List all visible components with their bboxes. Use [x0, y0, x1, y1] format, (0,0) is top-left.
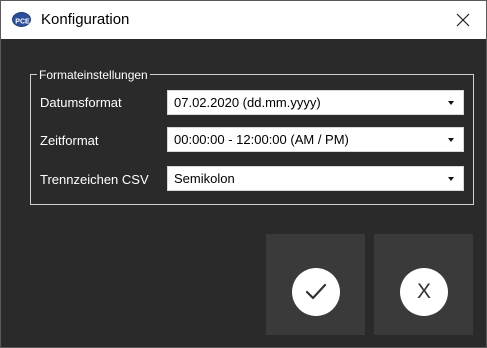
chevron-down-icon: [448, 101, 454, 105]
svg-text:PCE: PCE: [15, 19, 30, 26]
chevron-down-icon: [448, 177, 454, 181]
time-format-select[interactable]: 00:00:00 - 12:00:00 (AM / PM): [167, 127, 464, 152]
cancel-circle: X: [400, 268, 448, 316]
date-format-select[interactable]: 07.02.2020 (dd.mm.yyyy): [167, 90, 464, 115]
date-format-value: 07.02.2020 (dd.mm.yyyy): [174, 95, 321, 110]
window-title: Konfiguration: [41, 11, 130, 28]
checkmark-icon: [305, 283, 327, 300]
time-format-value: 00:00:00 - 12:00:00 (AM / PM): [174, 132, 349, 147]
time-format-label: Zeitformat: [40, 133, 99, 148]
config-dialog: PCE Konfiguration Formateinstellungen Da…: [0, 0, 487, 348]
group-title: Formateinstellungen: [37, 68, 150, 82]
title-bar: PCE Konfiguration: [1, 1, 486, 39]
cancel-button[interactable]: X: [374, 234, 473, 335]
csv-separator-value: Semikolon: [174, 171, 235, 186]
csv-separator-label: Trennzeichen CSV: [40, 172, 149, 187]
close-icon: [456, 13, 470, 27]
ok-button[interactable]: [266, 234, 365, 335]
ok-circle: [292, 268, 340, 316]
date-format-label: Datumsformat: [40, 95, 122, 110]
pce-logo-icon: PCE: [12, 12, 31, 27]
chevron-down-icon: [448, 138, 454, 142]
close-button[interactable]: [442, 1, 484, 39]
cancel-label: X: [416, 280, 431, 303]
csv-separator-select[interactable]: Semikolon: [167, 166, 464, 191]
